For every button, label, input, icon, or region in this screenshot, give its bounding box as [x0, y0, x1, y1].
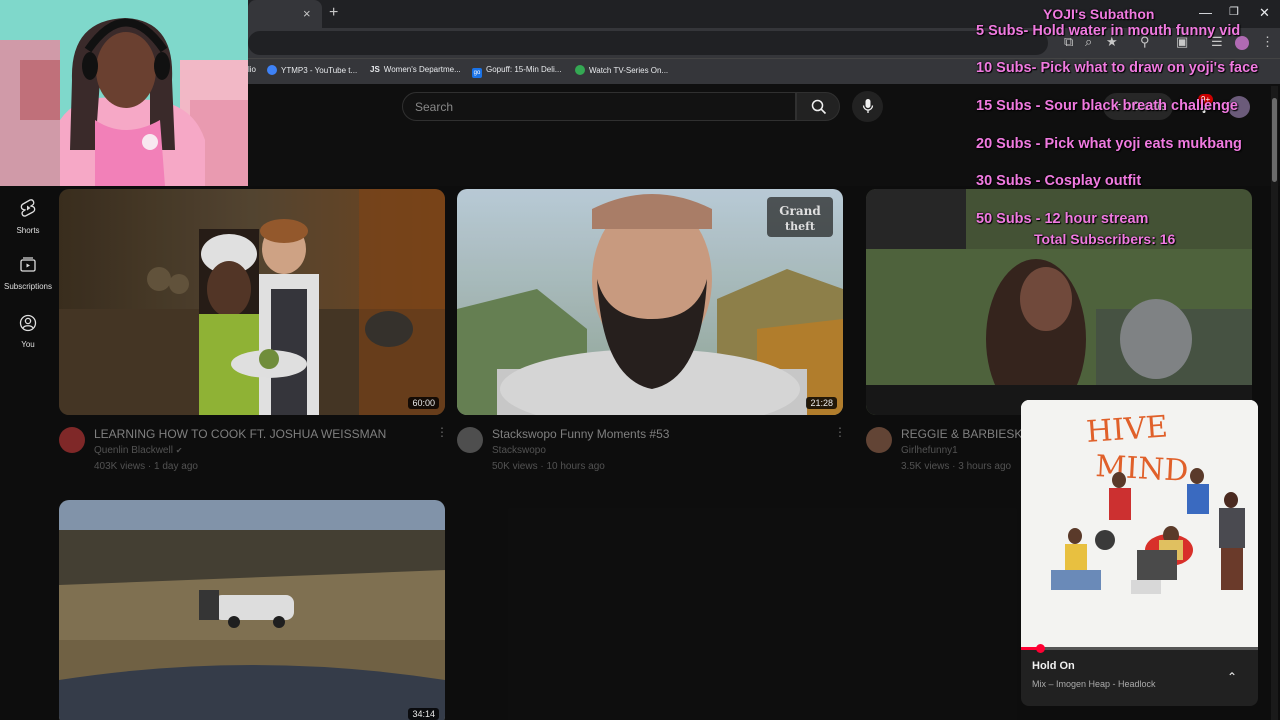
album-text-hive: HIVE: [1085, 409, 1169, 450]
bookmark-label: Watch TV-Series On...: [589, 66, 669, 75]
subathon-goal: 20 Subs - Pick what yoji eats mukbang: [976, 136, 1242, 152]
video-duration: 21:28: [806, 397, 837, 409]
channel-name[interactable]: Quenlin Blackwell ✔: [94, 445, 182, 456]
more-actions-icon[interactable]: ⋮: [834, 425, 846, 439]
sidebar-item-label: You: [21, 340, 35, 349]
video-meta: LEARNING HOW TO COOK FT. JOSHUA WEISSMAN…: [59, 415, 448, 475]
video-title[interactable]: Stackswopo Funny Moments #53: [492, 427, 669, 441]
screen: × + — ❐ ✕ ⧉ ⌕ ★ ⚲ ▣ ☰ ⋮ lio YTMP3 - YouT…: [0, 0, 1280, 720]
channel-avatar[interactable]: [457, 427, 483, 453]
subathon-goal: 50 Subs - 12 hour stream: [976, 211, 1149, 227]
mini-player[interactable]: HIVE MIND Hold On Mix – Imogen Heap - He…: [1021, 400, 1258, 706]
upload-age: 3 hours ago: [958, 461, 1012, 472]
bookmark-item[interactable]: go Gopuff: 15-Min Deli...: [472, 65, 561, 78]
bookmark-item[interactable]: Watch TV-Series On...: [575, 65, 668, 75]
verified-icon: ✔: [175, 446, 183, 455]
svg-text:theft: theft: [785, 220, 816, 233]
album-art-image: HIVE MIND: [1021, 400, 1258, 649]
you-icon: [19, 314, 37, 332]
sidebar-item-label: Shorts: [16, 226, 40, 235]
channel-name[interactable]: Girlhefunny1: [901, 445, 958, 456]
video-duration: 34:14: [408, 708, 439, 720]
more-actions-icon[interactable]: ⋮: [436, 425, 448, 439]
video-stats: 50K views · 10 hours ago: [492, 461, 605, 472]
bookmark-item[interactable]: JS Women's Departme...: [370, 65, 461, 74]
subathon-goal: 15 Subs - Sour black breath challenge: [976, 98, 1238, 114]
total-subscribers: Total Subscribers: 16: [1034, 231, 1176, 247]
streamer-webcam-image: [0, 0, 248, 186]
bookmark-label: lio: [248, 65, 257, 74]
bookmark-label: Women's Departme...: [383, 65, 461, 74]
webcam-overlay: [0, 0, 248, 186]
menu-icon[interactable]: ⋮: [1261, 34, 1274, 50]
now-playing-subtitle: Mix – Imogen Heap - Headlock: [1032, 679, 1156, 689]
scrollbar-thumb[interactable]: [1272, 98, 1277, 182]
bookmark-label: YTMP3 - YouTube t...: [281, 66, 358, 75]
bookmark-label: Gopuff: 15-Min Deli...: [486, 65, 562, 74]
video-thumbnail[interactable]: 34:14: [59, 500, 445, 720]
address-bar[interactable]: [248, 31, 1048, 55]
bearded-man-thumbnail-image: Grand theft: [457, 189, 843, 415]
dashcam-thumbnail-image: [59, 500, 445, 720]
now-playing-title[interactable]: Hold On: [1032, 660, 1075, 672]
video-stats: 403K views · 1 day ago: [94, 461, 198, 472]
restore-icon[interactable]: ❐: [1229, 5, 1239, 18]
microphone-icon: [862, 99, 874, 113]
search-placeholder: Search: [415, 100, 454, 114]
channel-avatar[interactable]: [866, 427, 892, 453]
search-button[interactable]: [796, 92, 840, 121]
svg-text:Grand: Grand: [779, 204, 821, 218]
shorts-icon: [20, 199, 36, 217]
sidebar-item-shorts[interactable]: Shorts: [0, 198, 56, 235]
cooking-thumbnail-image: [59, 189, 445, 415]
subathon-title: YOJI's Subathon: [1043, 6, 1155, 22]
channel-name[interactable]: Stackswopo: [492, 445, 546, 456]
minimize-icon[interactable]: —: [1199, 5, 1212, 20]
upload-age: 10 hours ago: [546, 461, 605, 472]
new-tab-icon[interactable]: +: [329, 4, 338, 22]
bookmark-item[interactable]: YTMP3 - YouTube t...: [267, 65, 357, 75]
search-icon: [811, 99, 827, 115]
subathon-goal: 30 Subs - Cosplay outfit: [976, 173, 1142, 189]
bookmark-item[interactable]: lio: [248, 65, 256, 74]
js-icon: JS: [370, 65, 380, 74]
close-window-icon[interactable]: ✕: [1259, 5, 1270, 21]
sidebar-item-label: Subscriptions: [3, 282, 53, 291]
ytmp3-icon: [267, 65, 277, 75]
voice-search-button[interactable]: [852, 91, 883, 122]
sidebar-item-you[interactable]: You: [0, 314, 56, 349]
video-duration: 60:00: [408, 397, 439, 409]
video-card[interactable]: 34:14: [59, 500, 445, 720]
video-stats: 3.5K views · 3 hours ago: [901, 461, 1012, 472]
playback-progress-bar[interactable]: [1021, 644, 1258, 653]
video-card[interactable]: 60:00 LEARNING HOW TO COOK FT. JOSHUA WE…: [59, 189, 448, 475]
subscriptions-icon: [20, 257, 36, 272]
view-count: 3.5K views: [901, 461, 950, 472]
video-thumbnail[interactable]: 60:00: [59, 189, 445, 415]
channel-name-text: Quenlin Blackwell: [94, 445, 173, 456]
play-icon: [575, 65, 585, 75]
video-meta: Stackswopo Funny Moments #53 Stackswopo …: [457, 415, 846, 475]
video-card[interactable]: Grand theft 21:28 Stackswopo Funny Momen…: [457, 189, 846, 475]
gopuff-icon: go: [472, 68, 482, 78]
video-thumbnail[interactable]: Grand theft 21:28: [457, 189, 843, 415]
channel-avatar[interactable]: [59, 427, 85, 453]
browser-tab[interactable]: [248, 0, 322, 28]
album-art: HIVE MIND: [1021, 400, 1258, 649]
view-count: 50K views: [492, 461, 538, 472]
view-count: 403K views: [94, 461, 146, 472]
video-title[interactable]: LEARNING HOW TO COOK FT. JOSHUA WEISSMAN: [94, 427, 386, 441]
upload-age: 1 day ago: [154, 461, 198, 472]
album-text-mind: MIND: [1095, 449, 1190, 489]
playback-scrubber-handle[interactable]: [1035, 644, 1045, 653]
tab-close-icon[interactable]: ×: [303, 6, 311, 21]
sidebar-item-subscriptions[interactable]: Subscriptions: [0, 256, 56, 291]
video-title[interactable]: REGGIE & BARBIESKIE: [901, 427, 1034, 441]
search-input[interactable]: Search: [402, 92, 796, 121]
subathon-goal: 10 Subs- Pick what to draw on yoji's fac…: [976, 60, 1259, 76]
chevron-up-icon[interactable]: ⌃: [1227, 670, 1237, 684]
subathon-goal: 5 Subs- Hold water in mouth funny vid: [976, 23, 1241, 39]
